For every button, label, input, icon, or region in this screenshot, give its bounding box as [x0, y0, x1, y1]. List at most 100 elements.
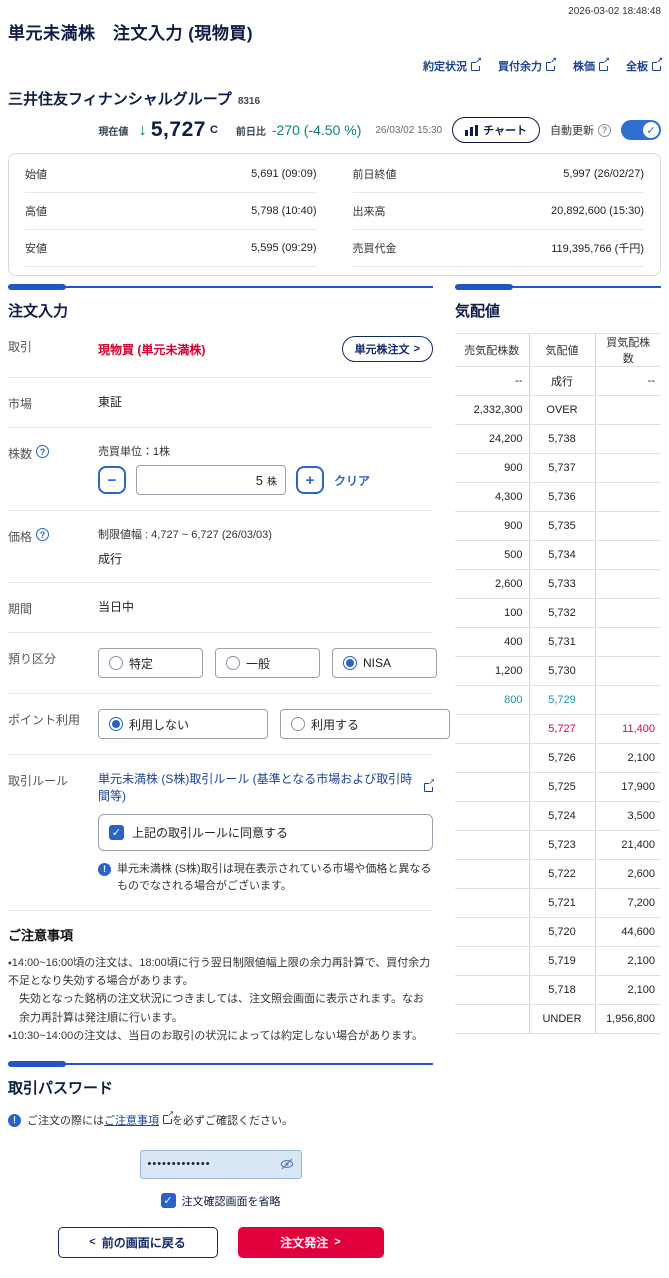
- board-row: 500 5,734: [455, 540, 661, 570]
- period-label: 期間: [8, 602, 33, 616]
- board-cell-buy: 2,600: [594, 859, 661, 889]
- help-icon[interactable]: ?: [36, 528, 50, 541]
- external-link-icon: [546, 57, 557, 71]
- radio-checked-icon: [343, 656, 357, 670]
- board-cell-buy: [594, 482, 661, 512]
- clear-button[interactable]: クリア: [334, 472, 370, 489]
- quantity-suffix: 株: [267, 476, 277, 488]
- board-row: 400 5,731: [455, 627, 661, 657]
- points-option-yes[interactable]: 利用する: [280, 709, 450, 739]
- rules-agree-label: 上記の取引ルールに同意する: [132, 826, 289, 840]
- rules-label: 取引ルール: [8, 774, 69, 788]
- summary-cell: 高値 5,798 (10:40): [25, 193, 317, 230]
- board-header-price: 気配値: [528, 333, 595, 367]
- board-row: 5,719 2,100: [455, 946, 661, 976]
- board-table-body: -- 成行 -- 2,332,300 OVER 24,200 5,738 900 5,737 4,…: [455, 366, 661, 1034]
- back-button[interactable]: < 前の画面に戻る: [57, 1226, 218, 1258]
- skip-confirm-label: 注文確認画面を省略: [181, 1195, 281, 1208]
- link-buying-power[interactable]: 買付余力: [498, 57, 557, 74]
- form-row-quantity: 株数 ? 売買単位：1株 − 5 株 + クリア: [8, 428, 433, 511]
- form-row-account-type: 預り区分 特定 一般 NISA: [8, 633, 437, 694]
- account-option-nisa[interactable]: NISA: [332, 648, 437, 678]
- board-cell-buy: 44,600: [594, 917, 661, 947]
- external-link-icon: [471, 57, 482, 71]
- help-icon[interactable]: ?: [36, 445, 50, 458]
- password-section-header: 取引パスワード: [8, 1060, 433, 1098]
- market-label: 市場: [8, 397, 33, 411]
- chart-icon: [465, 124, 479, 136]
- board-cell-sell: 2,600: [455, 569, 529, 599]
- board-row: 900 5,735: [455, 511, 661, 541]
- board-cell-sell: [455, 743, 529, 773]
- summary-value: 5,997 (26/02/27): [563, 168, 644, 180]
- summary-label: 安値: [25, 243, 47, 255]
- board-row: 4,300 5,736: [455, 482, 661, 512]
- summary-cell: 安値 5,595 (09:29): [25, 230, 317, 267]
- points-option-no[interactable]: 利用しない: [98, 709, 268, 739]
- board-cell-buy: [594, 540, 661, 570]
- board-cell-sell: 900: [455, 511, 529, 541]
- submit-button-label: 注文発注: [280, 1235, 329, 1250]
- unit-order-button-label: 単元株注文: [354, 344, 410, 356]
- rules-link[interactable]: 単元未満株 (S株)取引ルール (基準となる市場および取引時間等): [98, 770, 435, 804]
- board-cell-price: UNDER: [528, 1004, 595, 1034]
- quantity-minus-button[interactable]: −: [98, 466, 126, 494]
- price-label: 価格 ?: [8, 526, 98, 567]
- link-full-board[interactable]: 全板: [626, 57, 663, 74]
- board-section-header: 気配値: [455, 284, 661, 321]
- change-label: 前日比: [235, 126, 266, 138]
- board-cell-buy: 11,400: [594, 714, 661, 744]
- rules-agree-checkbox[interactable]: ✓ 上記の取引ルールに同意する: [98, 814, 433, 851]
- price-summary-box: 始値 5,691 (09:09) 前日終値 5,997 (26/02/27) 高値 5…: [8, 153, 661, 276]
- board-header-buy: 買気配株数: [594, 333, 661, 367]
- board-cell-buy: 17,900: [594, 772, 661, 802]
- option-label: 利用する: [311, 717, 360, 732]
- unit-order-button[interactable]: 単元株注文 >: [341, 336, 433, 362]
- board-cell-price: 5,737: [528, 453, 595, 483]
- quantity-plus-button[interactable]: +: [296, 466, 324, 494]
- board-cell-buy: [594, 627, 661, 657]
- trade-password-input[interactable]: •••••••••••••: [139, 1149, 302, 1179]
- price-change: -270 (-4.50 %): [271, 122, 362, 138]
- summary-value: 5,595 (09:29): [251, 242, 317, 254]
- board-cell-sell: [455, 975, 529, 1005]
- info-icon: !: [8, 1113, 21, 1127]
- board-row: 5,723 21,400: [455, 830, 661, 860]
- help-icon[interactable]: ?: [598, 123, 611, 137]
- caution-link[interactable]: ご注意事項: [104, 1110, 174, 1128]
- board-cell-price: 5,735: [528, 511, 595, 541]
- chart-button[interactable]: チャート: [452, 117, 540, 143]
- password-masked-value: •••••••••••••: [147, 1158, 211, 1171]
- action-buttons: < 前の画面に戻る 注文発注 >: [8, 1226, 433, 1258]
- order-section-title: 注文入力: [8, 303, 69, 320]
- quantity-input[interactable]: 5 株: [136, 465, 286, 495]
- board-cell-sell: [455, 917, 529, 947]
- account-option-ippan[interactable]: 一般: [215, 648, 320, 678]
- link-order-status[interactable]: 約定状況: [423, 57, 482, 74]
- checkbox-checked-icon: ✓: [109, 825, 124, 840]
- board-cell-price: 5,721: [528, 888, 595, 918]
- board-cell-buy: [594, 511, 661, 541]
- form-row-rules: 取引ルール 単元未満株 (S株)取引ルール (基準となる市場および取引時間等) …: [8, 755, 435, 912]
- option-label: 利用しない: [129, 717, 190, 732]
- board-cell-buy: [594, 598, 661, 628]
- back-button-label: 前の画面に戻る: [101, 1235, 186, 1250]
- link-label: 株価: [573, 61, 595, 73]
- link-stock-price[interactable]: 株価: [573, 57, 610, 74]
- auto-update-toggle[interactable]: ✓: [621, 120, 661, 140]
- form-row-period: 期間 当日中: [8, 583, 433, 633]
- board-cell-price: 5,724: [528, 801, 595, 831]
- skip-confirm-checkbox[interactable]: ✓ 注文確認画面を省略: [8, 1193, 433, 1209]
- page-timestamp: 2026-03-02 18:48:48: [568, 6, 661, 17]
- chart-button-label: チャート: [483, 125, 527, 137]
- period-value: 当日中: [98, 600, 135, 614]
- board-cell-sell: --: [455, 366, 529, 396]
- eye-off-icon[interactable]: [280, 1158, 294, 1170]
- external-link-icon: [652, 57, 663, 71]
- board-cell-buy: --: [594, 366, 661, 396]
- password-section-title: 取引パスワード: [8, 1079, 114, 1097]
- account-option-tokutei[interactable]: 特定: [98, 648, 203, 678]
- toggle-check-icon: ✓: [643, 122, 659, 138]
- submit-order-button[interactable]: 注文発注 >: [237, 1226, 384, 1258]
- board-cell-price: 5,732: [528, 598, 595, 628]
